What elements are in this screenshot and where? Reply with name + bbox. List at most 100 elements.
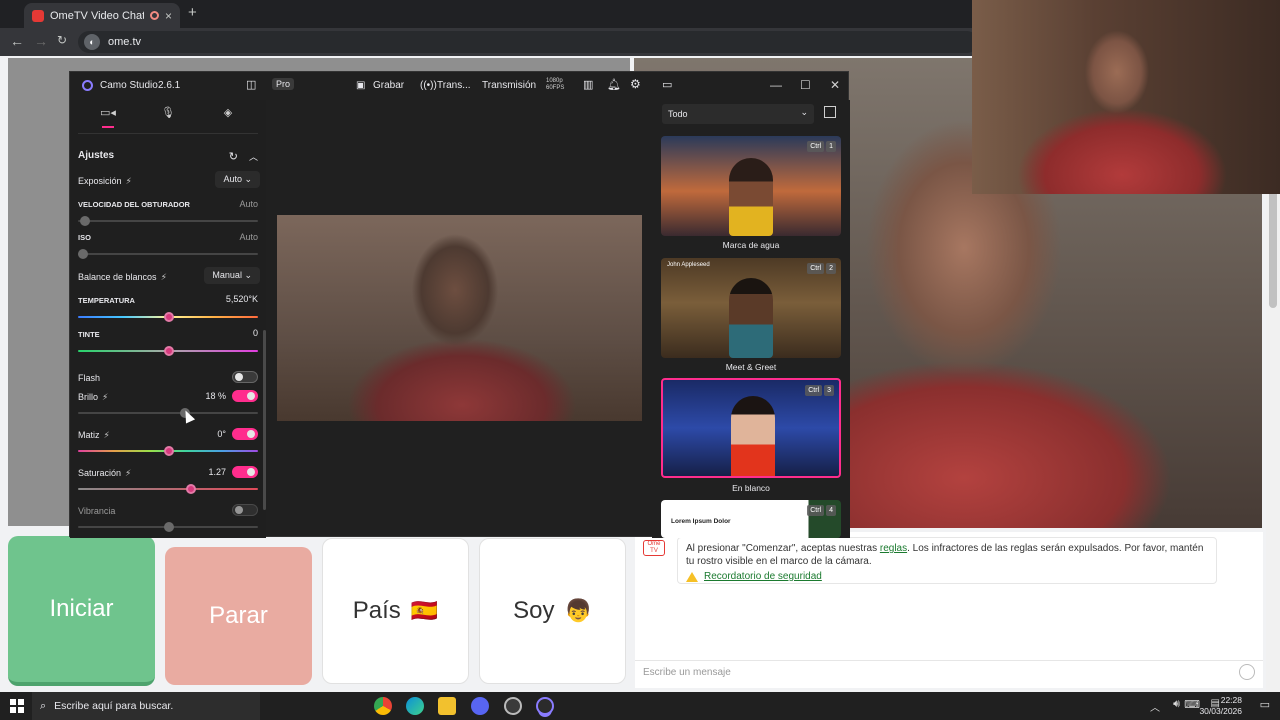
streaming-button[interactable]: Transmisión xyxy=(482,80,536,91)
trans-button[interactable]: Trans... xyxy=(437,80,471,91)
brightness-slider[interactable] xyxy=(78,408,258,418)
clock-date: 30/03/2026 xyxy=(1199,706,1242,716)
broadcast-icon[interactable]: ((•)) xyxy=(420,80,437,91)
rules-link[interactable]: reglas xyxy=(880,543,907,554)
clock[interactable]: 22:28 30/03/2026 xyxy=(1199,695,1242,717)
discord-icon[interactable] xyxy=(471,697,489,715)
scene-thumbnail xyxy=(731,396,775,476)
maximize-icon[interactable]: ☐ xyxy=(800,78,811,92)
start-button[interactable]: Iniciar xyxy=(8,536,155,686)
record-button[interactable]: Grabar xyxy=(373,80,404,91)
close-icon[interactable]: ✕ xyxy=(830,78,840,92)
scene-card-blank[interactable]: Ctrl 3 xyxy=(661,378,841,478)
resolution: 1080p xyxy=(546,78,563,84)
hue-toggle[interactable] xyxy=(232,428,258,440)
vibrance-toggle[interactable] xyxy=(232,504,258,516)
country-button[interactable]: País 🇪🇸 xyxy=(322,538,469,684)
tray-expand-icon[interactable]: ︿ xyxy=(1150,699,1160,714)
scene-shortcut: Ctrl 2 xyxy=(807,263,836,274)
close-tab-icon[interactable]: × xyxy=(165,9,172,23)
file-explorer-icon[interactable] xyxy=(438,697,456,715)
emoji-picker-icon[interactable] xyxy=(1239,664,1255,680)
forward-icon[interactable]: → xyxy=(34,33,48,49)
edge-icon[interactable] xyxy=(406,697,424,715)
taskbar-search[interactable]: ⌕ Escribe aquí para buscar. xyxy=(32,692,260,720)
saturation-slider-thumb[interactable] xyxy=(186,484,196,494)
panel-toggle-icon[interactable]: ▭ xyxy=(662,78,672,91)
iso-value: Auto xyxy=(239,232,258,242)
browser-tab-ometv[interactable]: OmeTV Video Chat — Om... × xyxy=(24,3,180,28)
scene-caption: John Appleseed xyxy=(667,262,710,268)
hue-slider-thumb[interactable] xyxy=(164,446,174,456)
scenes-panel: Todo ⌄ Ctrl 1 Marca de agua John Applesee… xyxy=(652,100,850,538)
microphone-tab-icon[interactable]: 🎙︎ xyxy=(138,102,198,124)
message-input[interactable]: Escribe un mensaje xyxy=(635,660,1263,686)
vibrance-slider[interactable] xyxy=(78,522,258,532)
new-tab-button[interactable]: + xyxy=(188,4,197,21)
iso-slider-thumb[interactable] xyxy=(78,249,88,259)
app-name: Camo Studio xyxy=(100,80,158,91)
temperature-label: TEMPERATURA xyxy=(78,296,135,305)
keyboard-icon[interactable]: ⌨ xyxy=(1184,698,1200,711)
brightness-value: 18 % xyxy=(205,391,226,401)
temperature-slider-thumb[interactable] xyxy=(164,312,174,322)
brightness-toggle[interactable] xyxy=(232,390,258,402)
reload-icon[interactable]: ↻ xyxy=(57,33,67,47)
scene-caption: Lorem Ipsum Dolor xyxy=(671,518,731,525)
record-icon[interactable]: ▣ xyxy=(356,80,365,91)
saturation-toggle[interactable] xyxy=(232,466,258,478)
minimize-icon[interactable]: — xyxy=(770,78,782,92)
sidebar-toggle-icon[interactable]: ◫ xyxy=(246,78,256,91)
auto-bolt-icon: ⚡︎ xyxy=(125,176,132,186)
vibrance-slider-thumb[interactable] xyxy=(164,522,174,532)
scene-shortcut: Ctrl 3 xyxy=(805,385,834,396)
collapse-icon[interactable]: ︿ xyxy=(249,150,258,163)
layout-icon[interactable]: ▥ xyxy=(583,78,593,91)
taskbar-search-text: Escribe aquí para buscar. xyxy=(54,700,174,712)
video-tab-icon[interactable]: ▭◂ xyxy=(78,102,138,128)
chrome-icon[interactable] xyxy=(374,697,392,715)
gear-icon[interactable]: ⚙ xyxy=(630,77,641,91)
back-icon[interactable]: ← xyxy=(10,33,24,49)
reset-icon[interactable]: ↻ xyxy=(229,150,238,163)
grid-view-icon[interactable] xyxy=(824,106,836,118)
iso-label: ISO xyxy=(78,233,91,242)
saturation-slider[interactable] xyxy=(78,484,258,494)
iso-slider[interactable] xyxy=(78,249,258,259)
shutter-slider[interactable] xyxy=(78,216,258,226)
search-icon: ⌕ xyxy=(40,699,47,712)
bell-icon[interactable]: 🔔︎ xyxy=(607,78,621,91)
warning-icon xyxy=(686,571,698,582)
camo-logo-icon xyxy=(82,80,93,91)
gender-button[interactable]: Soy 👦 xyxy=(479,538,626,684)
tint-label: TINTE xyxy=(78,330,100,339)
stop-button[interactable]: Parar xyxy=(165,547,312,685)
hue-slider[interactable] xyxy=(78,446,258,456)
layers-tab-icon[interactable]: ◈ xyxy=(198,102,258,124)
tint-slider-thumb[interactable] xyxy=(164,346,174,356)
url-text: ome.tv xyxy=(108,36,142,48)
tint-slider[interactable] xyxy=(78,346,258,356)
settings-scrollbar[interactable] xyxy=(263,330,266,510)
safety-reminder-link[interactable]: Recordatorio de seguridad xyxy=(686,570,1208,583)
scene-card-4[interactable]: Lorem Ipsum Dolor Ctrl 4 xyxy=(661,500,841,538)
temperature-slider[interactable] xyxy=(78,312,258,322)
scene-filter-dropdown[interactable]: Todo ⌄ xyxy=(662,104,814,124)
framerate: 60FPS xyxy=(546,85,565,91)
pro-badge[interactable]: Pro xyxy=(272,78,295,90)
scene-card-watermark[interactable]: Ctrl 1 xyxy=(661,136,841,236)
camo-taskbar-icon[interactable] xyxy=(536,697,554,715)
app-icon[interactable] xyxy=(504,697,522,715)
scene-card-meet-greet[interactable]: John Appleseed Ctrl 2 xyxy=(661,258,841,358)
flash-toggle[interactable] xyxy=(232,371,258,383)
shutter-label: VELOCIDAD DEL OBTURADOR xyxy=(78,200,190,209)
white-balance-dropdown[interactable]: Manual ⌄ xyxy=(204,267,260,284)
volume-icon[interactable]: 🔊︎ xyxy=(1173,698,1180,711)
windows-start-icon[interactable] xyxy=(10,699,24,713)
notifications-icon[interactable]: ▭ xyxy=(1260,698,1270,711)
address-bar[interactable]: ◐ ome.tv xyxy=(78,31,978,53)
site-info-icon[interactable]: ◐ xyxy=(84,34,100,50)
scene-name: Marca de agua xyxy=(722,240,780,250)
exposure-dropdown[interactable]: Auto ⌄ xyxy=(215,171,260,188)
shutter-slider-thumb[interactable] xyxy=(80,216,90,226)
